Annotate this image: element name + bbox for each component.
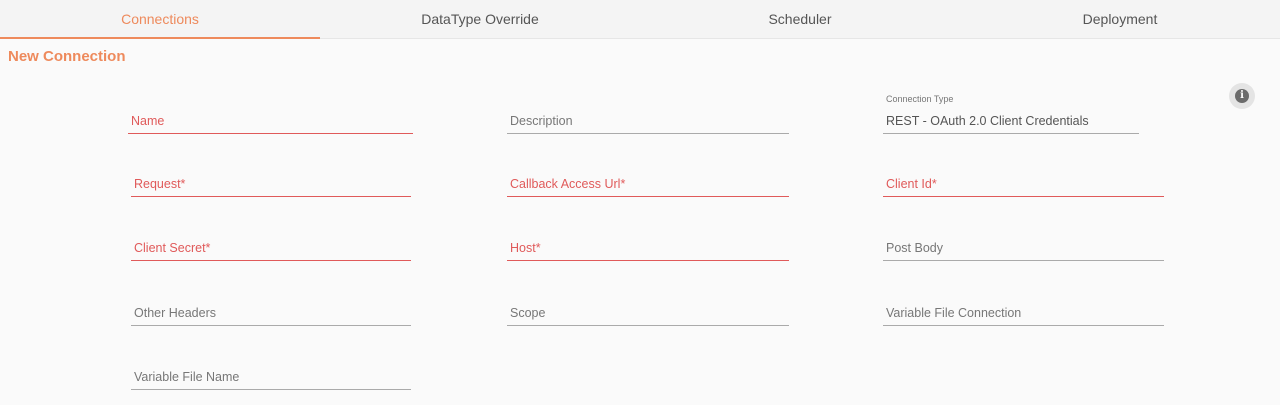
info-button[interactable]: i [1229,83,1255,109]
post-body-input[interactable]: Post Body [886,241,1164,255]
host-field[interactable]: Host* [507,225,789,261]
tab-connections[interactable]: Connections [0,0,320,39]
request-underline [131,196,411,197]
client-secret-underline [131,260,411,261]
variable-file-connection-input[interactable]: Variable File Connection [886,306,1164,320]
connection-type-label: Connection Type [886,94,954,104]
page-title: New Connection [8,48,126,65]
client-id-underline [883,196,1164,197]
scope-underline [507,325,789,326]
scope-field[interactable]: Scope [507,290,789,326]
post-body-field[interactable]: Post Body [883,225,1164,261]
host-input[interactable]: Host* [510,241,789,255]
tab-datatype-override[interactable]: DataType Override [320,0,640,38]
scope-input[interactable]: Scope [510,306,789,320]
tab-deployment[interactable]: Deployment [960,0,1280,38]
variable-file-connection-field[interactable]: Variable File Connection [883,290,1164,326]
name-underline [128,133,413,134]
variable-file-connection-underline [883,325,1164,326]
request-field[interactable]: Request* [131,161,411,197]
tab-scheduler[interactable]: Scheduler [640,0,960,38]
description-input[interactable]: Description [510,114,789,128]
post-body-underline [883,260,1164,261]
name-field[interactable]: Name [128,98,413,134]
request-input[interactable]: Request* [134,177,411,191]
variable-file-name-underline [131,389,411,390]
callback-access-url-underline [507,196,789,197]
host-underline [507,260,789,261]
connection-type-value[interactable]: REST - OAuth 2.0 Client Credentials [886,114,1139,128]
other-headers-underline [131,325,411,326]
client-id-input[interactable]: Client Id* [886,177,1164,191]
connection-page: Connections DataType Override Scheduler … [0,0,1280,405]
callback-access-url-field[interactable]: Callback Access Url* [507,161,789,197]
connection-type-select[interactable]: Connection Type REST - OAuth 2.0 Client … [883,94,1139,134]
other-headers-input[interactable]: Other Headers [134,306,411,320]
name-input[interactable]: Name [131,114,413,128]
client-secret-input[interactable]: Client Secret* [134,241,411,255]
variable-file-name-field[interactable]: Variable File Name [131,354,411,390]
client-id-field[interactable]: Client Id* [883,161,1164,197]
connection-type-underline [883,133,1139,134]
description-field[interactable]: Description [507,98,789,134]
other-headers-field[interactable]: Other Headers [131,290,411,326]
tab-bar: Connections DataType Override Scheduler … [0,0,1280,39]
variable-file-name-input[interactable]: Variable File Name [134,370,411,384]
info-icon: i [1235,89,1249,103]
description-underline [507,133,789,134]
callback-access-url-input[interactable]: Callback Access Url* [510,177,789,191]
client-secret-field[interactable]: Client Secret* [131,225,411,261]
